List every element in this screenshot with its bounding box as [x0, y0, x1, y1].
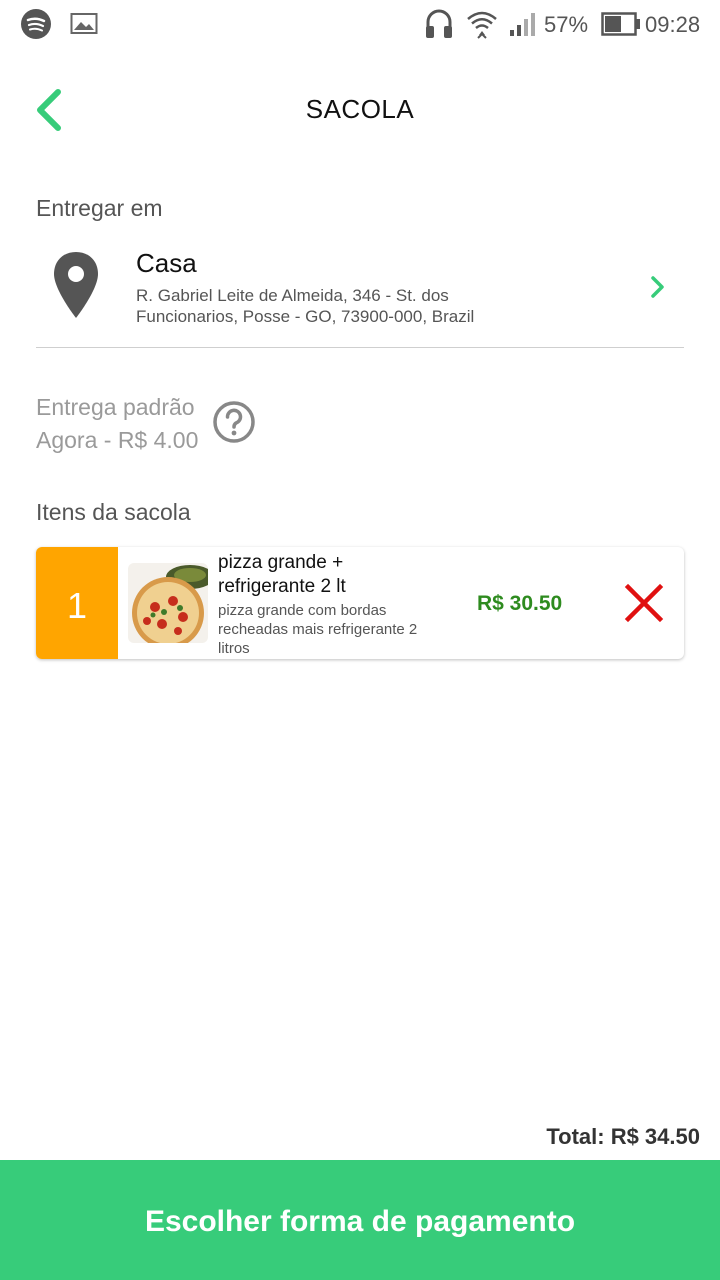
- battery-icon: [601, 12, 640, 36]
- clock: 09:28: [645, 12, 701, 37]
- spotify-icon: [21, 9, 51, 39]
- quantity-value: 1: [66, 585, 88, 626]
- status-bar: 57% 09:28: [0, 0, 720, 50]
- address-name: Casa: [136, 248, 197, 278]
- headphones-icon: [426, 9, 452, 38]
- item-price: R$ 30.50: [477, 592, 563, 615]
- delivery-option-name: Entrega padrão: [36, 394, 195, 420]
- location-pin-icon: [54, 252, 98, 318]
- chevron-right-icon: [651, 276, 664, 298]
- quantity-badge: 1: [36, 547, 118, 659]
- order-total: Total: R$ 34.50: [546, 1124, 700, 1149]
- choose-payment-label: Escolher forma de pagamento: [144, 1205, 576, 1238]
- pizza-image: [128, 563, 208, 643]
- question-circle-icon[interactable]: [212, 400, 256, 444]
- delivery-option-price: Agora - R$ 4.00: [36, 427, 199, 453]
- close-icon: [624, 583, 664, 623]
- delivery-address-label: Entregar em: [36, 195, 163, 221]
- item-name: pizza grande + refrigerante 2 lt: [218, 552, 346, 597]
- cart-item[interactable]: 1 pizza grande + refrigerante 2 lt pizza…: [36, 547, 684, 659]
- page-title: SACOLA: [305, 94, 415, 124]
- address-line-1: R. Gabriel Leite de Almeida, 346 - St. d…: [136, 286, 449, 305]
- divider: [36, 347, 684, 348]
- battery-percent: 57%: [544, 12, 589, 37]
- items-section-label: Itens da sacola: [36, 499, 191, 525]
- delivery-address-row[interactable]: Casa R. Gabriel Leite de Almeida, 346 - …: [36, 240, 684, 346]
- address-line-2: Funcionarios, Posse - GO, 73900-000, Bra…: [136, 307, 475, 326]
- item-description: pizza grande com bordas recheadas mais r…: [218, 602, 418, 657]
- wifi-icon: [467, 11, 497, 39]
- signal-icon: [510, 13, 535, 36]
- choose-payment-button[interactable]: Escolher forma de pagamento: [0, 1160, 720, 1280]
- image-icon: [70, 13, 98, 34]
- remove-item-button[interactable]: [624, 583, 664, 623]
